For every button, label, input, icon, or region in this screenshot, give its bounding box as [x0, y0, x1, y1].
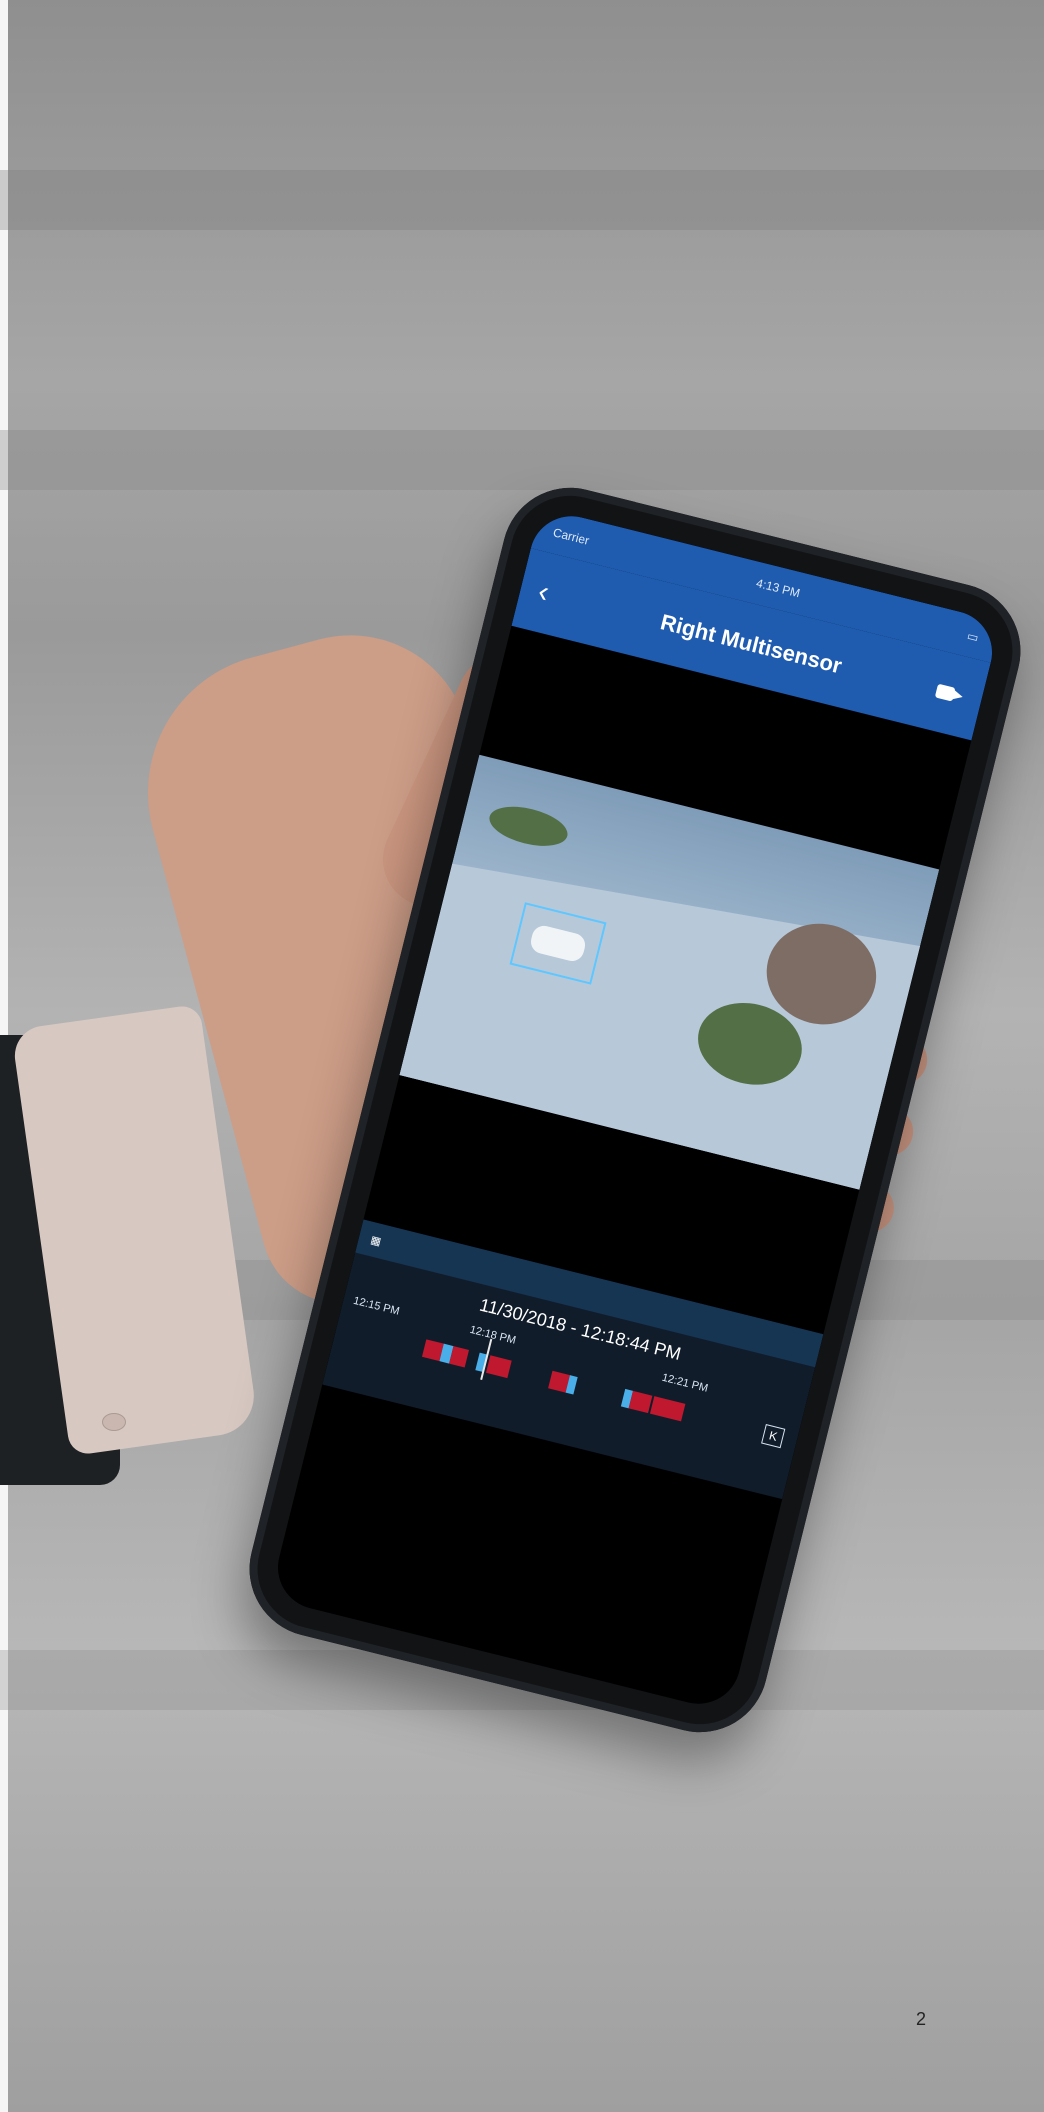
scene: Carrier 4:13 PM ▭ ‹ Right Multisensor ▦	[0, 0, 1044, 2112]
status-time: 4:13 PM	[754, 575, 802, 601]
timeline-event-red	[486, 1355, 512, 1379]
cuff-button	[102, 1413, 126, 1431]
battery-icon: ▭	[965, 628, 981, 645]
camera-icon[interactable]	[934, 682, 966, 706]
timeline-event-red	[449, 1346, 470, 1368]
calendar-icon[interactable]: ▦	[369, 1233, 382, 1248]
road-surface	[399, 856, 940, 1190]
timeline-event-red	[628, 1390, 653, 1414]
carrier-label: Carrier	[551, 525, 591, 548]
timeline-tick-label: 12:15 PM	[352, 1294, 401, 1318]
background-stripe	[0, 430, 1044, 490]
timeline-event-red	[649, 1396, 686, 1422]
timeline-tick-label: 12:18 PM	[468, 1323, 518, 1347]
page-number: 2	[915, 2009, 926, 2029]
playback-panel: ▦ 11/30/2018 - 12:18:44 PM 12:15 PM 12:1…	[322, 1219, 824, 1500]
background-stripe	[0, 170, 1044, 230]
camera-feed[interactable]	[399, 754, 940, 1190]
hedge	[485, 799, 572, 853]
timeline-tick-label: 12:21 PM	[660, 1371, 710, 1395]
collapse-icon[interactable]: K	[761, 1424, 786, 1449]
